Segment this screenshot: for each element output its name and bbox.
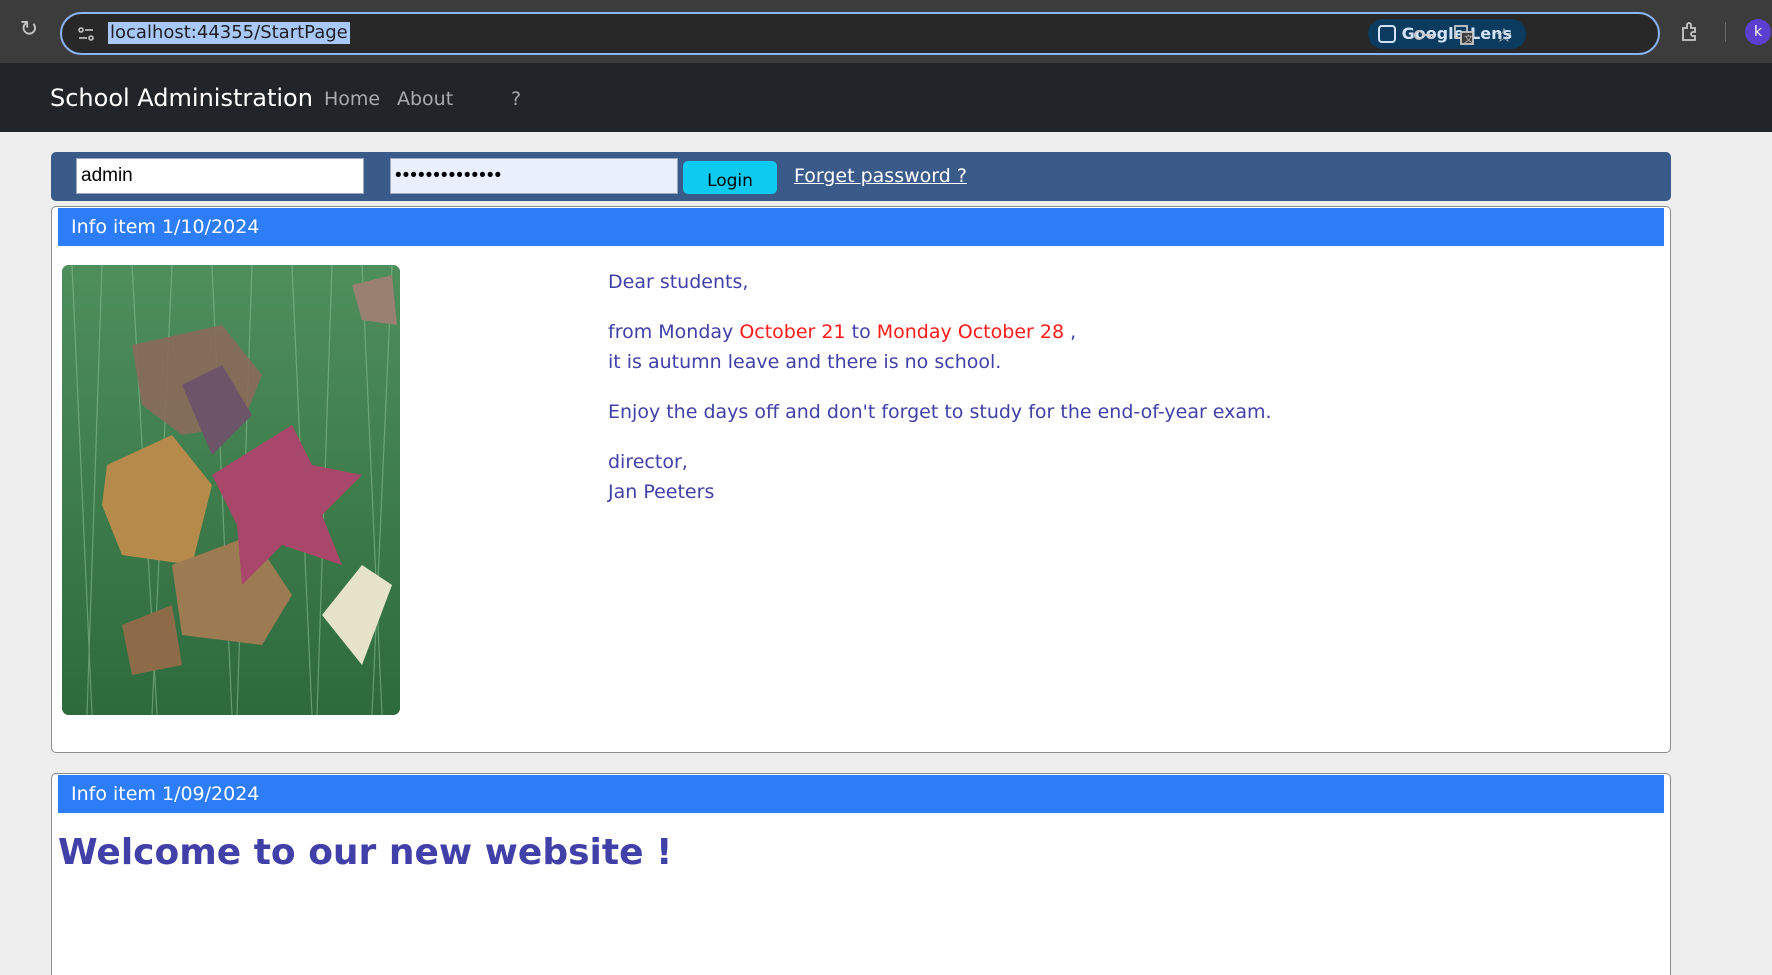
info-card: Info item 1/10/2024 Dear students, from … [51,206,1671,753]
bookmark-star-icon[interactable]: ☆ [1492,23,1516,47]
site-brand[interactable]: School Administration [50,84,313,112]
url-text[interactable]: localhost:44355/StartPage [108,22,350,44]
info-message: Dear students, from Monday October 21 to… [608,267,1608,527]
info-card-header: Info item 1/09/2024 [58,775,1664,813]
start-date: October 21 [739,321,846,343]
info-card: Info item 1/09/2024 Welcome to our new w… [51,773,1671,975]
forgot-password-link[interactable]: Forget password ? [794,165,967,187]
password-input[interactable]: •••••••••••••• [390,158,678,194]
info-card-header: Info item 1/10/2024 [58,208,1664,246]
username-input[interactable]: admin [76,158,364,194]
password-key-icon[interactable] [1412,23,1436,47]
svg-text:文: 文 [1464,33,1473,45]
autumn-leaves-photo [62,265,400,715]
profile-avatar[interactable]: k [1745,19,1771,45]
site-navbar: School Administration Home About ? [0,63,1772,132]
lens-icon [1377,25,1396,43]
signature-name: Jan Peeters [608,481,715,503]
signature-block: director, Jan Peeters [608,447,1608,507]
holiday-text: it is autumn leave and there is no schoo… [608,351,1002,373]
greeting-text: Dear students, [608,271,749,293]
browser-toolbar: ↻ localhost:44355/StartPage Google Lens … [0,0,1772,63]
login-button[interactable]: Login [683,161,777,194]
address-bar[interactable]: localhost:44355/StartPage Google Lens 文 … [60,12,1660,55]
toolbar-divider [1725,22,1726,42]
end-date: Monday October 28 [876,321,1065,343]
extensions-icon[interactable] [1678,20,1702,44]
date-line-prefix: from Monday [608,321,740,343]
signoff-text: director, [608,451,688,473]
date-line-middle: to [845,321,877,343]
site-info-icon[interactable] [76,24,96,44]
nav-link-about[interactable]: About [397,88,453,110]
login-bar: admin •••••••••••••• Login Forget passwo… [51,152,1671,201]
date-paragraph: from Monday October 21 to Monday October… [608,317,1608,377]
study-reminder-text: Enjoy the days off and don't forget to s… [608,401,1272,423]
nav-link-home[interactable]: Home [324,88,380,110]
reload-icon[interactable]: ↻ [17,18,41,42]
translate-icon[interactable]: 文 [1452,23,1476,47]
nav-link-help[interactable]: ? [511,88,521,110]
date-line-suffix: , [1064,321,1077,343]
welcome-heading: Welcome to our new website ! [58,832,673,873]
